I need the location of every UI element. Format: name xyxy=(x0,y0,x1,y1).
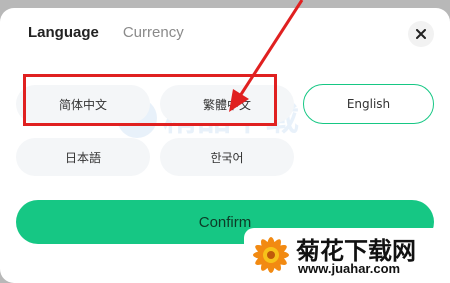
language-option-simplified-chinese[interactable]: 简体中文 xyxy=(16,85,150,123)
tab-bar: Language Currency xyxy=(28,24,208,48)
tab-currency[interactable]: Currency xyxy=(123,24,184,48)
flower-icon xyxy=(253,237,289,273)
language-option-traditional-chinese[interactable]: 繁體中文 xyxy=(160,85,294,123)
language-option-english[interactable]: English xyxy=(303,84,434,124)
badge-url: www.juahar.com xyxy=(298,261,401,276)
site-badge: 菊花下载网 www.juahar.com xyxy=(244,228,450,283)
close-button[interactable] xyxy=(408,21,434,47)
language-option-japanese[interactable]: 日本語 xyxy=(16,138,150,176)
language-option-korean[interactable]: 한국어 xyxy=(160,138,294,176)
tab-language[interactable]: Language xyxy=(28,24,99,48)
close-icon xyxy=(416,29,426,39)
